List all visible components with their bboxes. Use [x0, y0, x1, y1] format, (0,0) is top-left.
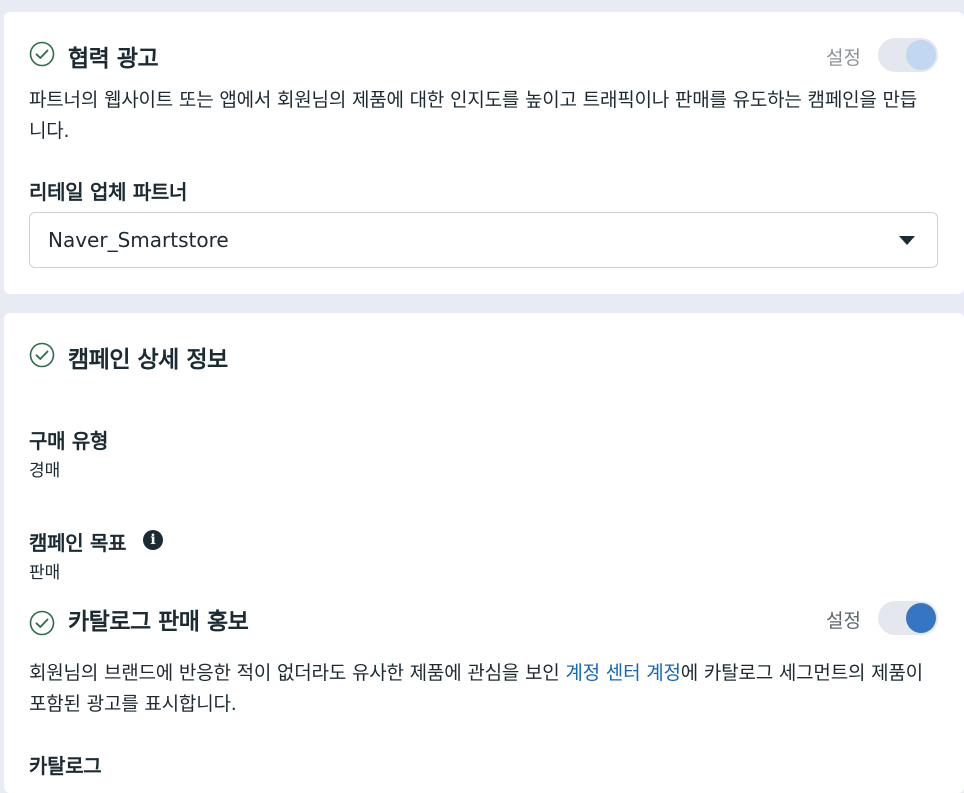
catalog-label: 카탈로그 [29, 754, 102, 778]
accounts-center-link[interactable]: 계정 센터 계정 [565, 662, 681, 684]
toggle-knob [906, 40, 936, 70]
partnership-ads-card: 협력 광고 설정 파트너의 웹사이트 또는 앱에서 회원님의 제품에 대한 인지… [4, 12, 964, 294]
catalog-promotion-toggle[interactable] [878, 601, 938, 635]
toggle-knob [906, 603, 936, 633]
retail-partner-select[interactable]: Naver_Smartstore [29, 212, 938, 268]
retail-partner-label: 리테일 업체 파트너 [29, 180, 188, 204]
section-title: 협력 광고 [68, 46, 159, 72]
campaign-details-card: 캠페인 상세 정보 구매 유형 경매 캠페인 목표 i 판매 카탈로그 판매 홍… [4, 313, 964, 793]
purchase-type-label: 구매 유형 [29, 429, 109, 453]
campaign-objective-label: 캠페인 목표 [29, 531, 127, 555]
toggle-label: 설정 [826, 47, 861, 69]
purchase-type-value: 경매 [29, 461, 61, 481]
check-circle-icon [29, 41, 55, 67]
toggle-label: 설정 [826, 610, 861, 632]
caret-down-icon [899, 236, 915, 245]
section-title: 캠페인 상세 정보 [68, 347, 228, 373]
description-text: 회원님의 브랜드에 반응한 적이 없더라도 유사한 제품에 관심을 보인 [29, 662, 566, 684]
check-circle-icon [29, 342, 55, 368]
section-title: 카탈로그 판매 홍보 [68, 609, 249, 635]
section-description: 회원님의 브랜드에 반응한 적이 없더라도 유사한 제품에 관심을 보인 계정 … [29, 658, 934, 720]
section-description: 파트너의 웹사이트 또는 앱에서 회원님의 제품에 대한 인지도를 높이고 트래… [29, 89, 918, 142]
retail-partner-value: Naver_Smartstore [48, 228, 229, 252]
info-icon[interactable]: i [143, 530, 163, 550]
partnership-ads-toggle[interactable] [878, 38, 938, 72]
campaign-objective-value: 판매 [29, 563, 61, 583]
check-circle-icon [29, 610, 55, 636]
